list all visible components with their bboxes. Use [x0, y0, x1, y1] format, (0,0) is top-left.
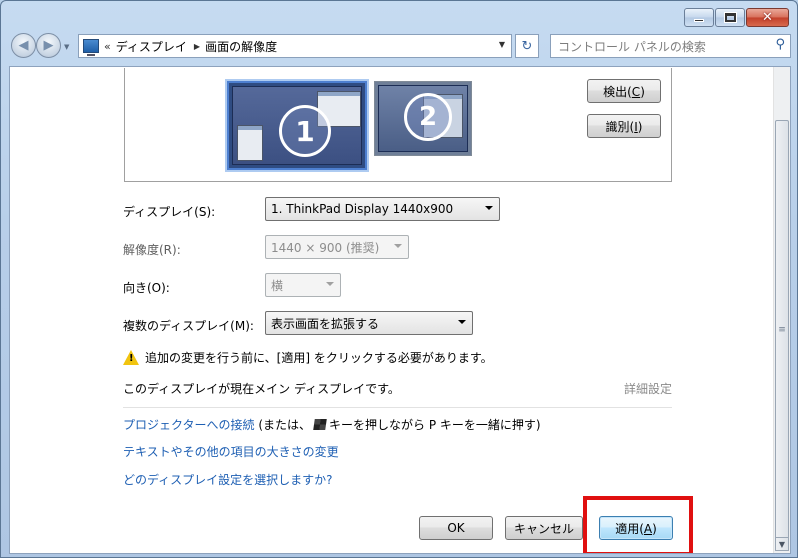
resolution-select-value: 1440 × 900 (推奨)	[271, 240, 380, 255]
cancel-button[interactable]: キャンセル	[505, 516, 583, 540]
orientation-select: 横	[265, 273, 341, 297]
ok-label: OK	[447, 521, 465, 535]
monitor-1[interactable]: 1	[227, 81, 367, 170]
back-button[interactable]: ◀	[11, 33, 36, 58]
refresh-icon: ↻	[521, 38, 533, 54]
maximize-icon	[724, 13, 736, 22]
chevron-down-icon	[485, 206, 493, 210]
monitor-2-number: 2	[404, 93, 452, 141]
breadcrumb-separator[interactable]: ▶	[194, 42, 200, 51]
monitor-2-screen: 2	[378, 85, 468, 152]
scroll-down-icon: ▼	[778, 539, 786, 549]
projector-note-start: (または、	[258, 418, 312, 432]
orientation-label: 向き(O):	[123, 281, 170, 295]
monitor-1-screen: 1	[232, 86, 362, 165]
chevron-down-icon	[326, 282, 334, 286]
recent-pages-dropdown[interactable]: ▼	[64, 43, 69, 51]
scroll-down-button[interactable]: ▼	[775, 537, 789, 551]
projector-link-row: プロジェクターへの接続 (または、 キーを押しながら P キーを一緒に押す)	[123, 416, 541, 433]
ok-button[interactable]: OK	[419, 516, 493, 540]
advanced-settings-link[interactable]: 詳細設定	[624, 380, 672, 397]
main-display-text: このディスプレイが現在メイン ディスプレイです。	[123, 382, 400, 396]
vertical-scrollbar[interactable]: ≡ ▼	[773, 67, 790, 553]
close-button[interactable]: ✕	[746, 8, 789, 27]
display-label: ディスプレイ(S):	[123, 205, 216, 219]
display-select[interactable]: 1. ThinkPad Display 1440x900	[265, 197, 500, 221]
breadcrumb-display[interactable]: ディスプレイ	[116, 38, 187, 55]
chevron-down-icon	[394, 244, 402, 248]
projector-note-end: キーを押しながら P キーを一緒に押す)	[329, 418, 541, 432]
monitor-preview: 1 2 検出(C) 識別(I)	[124, 68, 672, 182]
scrollbar-thumb[interactable]: ≡	[775, 120, 789, 540]
breadcrumb-overflow[interactable]: «	[104, 40, 111, 53]
warning-icon: !	[123, 350, 139, 365]
detect-label: 検出(C)	[603, 84, 645, 99]
text-size-link[interactable]: テキストやその他の項目の大きさの変更	[123, 443, 339, 460]
mini-window	[237, 125, 263, 161]
maximize-button[interactable]	[715, 8, 745, 27]
forward-arrow-icon: ▶	[43, 38, 54, 53]
window-frame: ✕ ◀ ▶ ▼ « ディスプレイ ▶ 画面の解像度 ▼ ↻ コントロール パネル…	[0, 0, 798, 558]
forward-button[interactable]: ▶	[36, 33, 61, 58]
close-icon: ✕	[762, 10, 773, 25]
chevron-down-icon	[458, 320, 466, 324]
cancel-label: キャンセル	[513, 521, 574, 536]
address-dropdown[interactable]: ▼	[499, 40, 505, 49]
detect-button[interactable]: 検出(C)	[587, 79, 661, 103]
monitor-1-number: 1	[279, 105, 331, 157]
address-bar[interactable]: « ディスプレイ ▶ 画面の解像度 ▼	[78, 34, 512, 58]
search-box[interactable]: コントロール パネルの検索 ⚲	[550, 34, 791, 58]
search-icon[interactable]: ⚲	[775, 37, 785, 52]
back-arrow-icon: ◀	[18, 38, 29, 53]
refresh-button[interactable]: ↻	[515, 34, 539, 58]
caption-buttons: ✕	[684, 8, 789, 27]
multi-display-select[interactable]: 表示画面を拡張する	[265, 311, 473, 335]
multi-display-select-value: 表示画面を拡張する	[271, 316, 380, 331]
identify-label: 識別(I)	[605, 119, 643, 134]
grip-icon: ≡	[778, 325, 786, 335]
search-input[interactable]: コントロール パネルの検索	[558, 38, 706, 55]
content-pane: 1 2 検出(C) 識別(I) ディスプレイ(S): 1. ThinkPad D…	[9, 66, 791, 554]
apply-highlight-box	[583, 496, 693, 553]
windows-logo-icon	[313, 419, 327, 430]
resolution-label: 解像度(R):	[123, 243, 181, 257]
minimize-button[interactable]	[684, 8, 714, 27]
breadcrumb-resolution[interactable]: 画面の解像度	[205, 38, 277, 55]
resolution-select: 1440 × 900 (推奨)	[265, 235, 409, 259]
display-select-value: 1. ThinkPad Display 1440x900	[271, 202, 454, 216]
minimize-icon	[694, 18, 704, 22]
orientation-select-value: 横	[271, 278, 284, 293]
which-settings-link[interactable]: どのディスプレイ設定を選択しますか?	[123, 471, 333, 488]
control-panel-icon	[83, 39, 99, 56]
identify-button[interactable]: 識別(I)	[587, 114, 661, 138]
multi-display-label: 複数のディスプレイ(M):	[123, 319, 254, 333]
monitor-2[interactable]: 2	[374, 81, 472, 156]
divider	[123, 407, 672, 408]
projector-link[interactable]: プロジェクターへの接続	[123, 418, 255, 432]
navigation-bar: ◀ ▶ ▼ « ディスプレイ ▶ 画面の解像度 ▼ ↻ コントロール パネルの検…	[9, 33, 791, 59]
warning-message: ! 追加の変更を行う前に、[適用] をクリックする必要があります。	[123, 349, 493, 366]
warning-text: 追加の変更を行う前に、[適用] をクリックする必要があります。	[145, 351, 493, 365]
